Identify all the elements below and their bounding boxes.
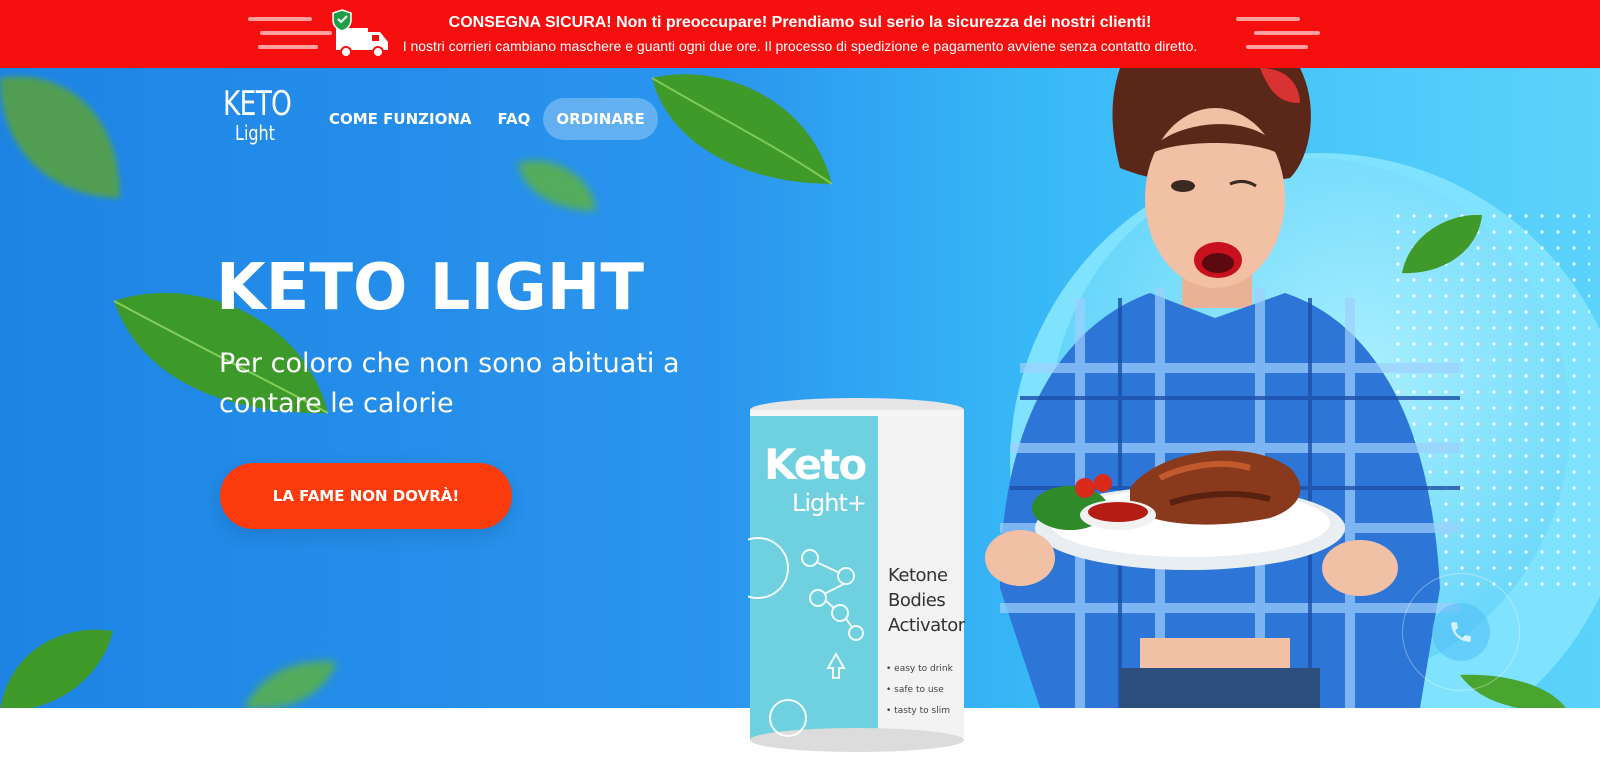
leaf-decoration-icon	[651, 74, 833, 185]
banner-headline: CONSEGNA SICURA! Non ti preoccupare! Pre…	[448, 14, 1152, 31]
can-brand-name: Keto	[764, 440, 867, 489]
leaf-decoration-icon	[0, 629, 113, 708]
can-feature-item: safe to use	[886, 683, 953, 704]
leaf-decoration-icon	[0, 76, 120, 198]
logo-line1: KETO	[223, 84, 292, 124]
woman-holding-plate-image	[985, 68, 1460, 708]
can-descriptor-line: Activator	[888, 615, 965, 636]
can-feature-item: tasty to slim	[886, 704, 953, 725]
main-navigation: COME FUNZIONA FAQ ORDINARE	[316, 98, 658, 140]
leaf-decoration-icon	[518, 160, 596, 211]
hero-title: KETO LIGHT	[216, 251, 644, 325]
cta-order-button[interactable]: LA FAME NON DOVRÀ!	[220, 463, 512, 529]
can-feature-list: easy to drink safe to use tasty to slim	[886, 662, 953, 725]
can-feature-item: easy to drink	[886, 662, 953, 683]
speed-lines-right-decoration	[1236, 14, 1326, 54]
hero-subtitle: Per coloro che non sono abituati a conta…	[219, 348, 680, 419]
nav-ordinare[interactable]: ORDINARE	[543, 98, 658, 140]
phone-icon	[1451, 622, 1471, 642]
can-brand-sub: Light+	[792, 489, 867, 517]
can-descriptor: Ketone Bodies Activator	[888, 563, 965, 638]
nav-come-funziona[interactable]: COME FUNZIONA	[316, 98, 485, 140]
can-descriptor-line: Bodies	[888, 590, 946, 611]
banner-subline: I nostri corrieri cambiano maschere e gu…	[402, 38, 1198, 54]
can-descriptor-line: Ketone	[888, 565, 948, 586]
keto-light-logo[interactable]: KETO Light	[222, 86, 292, 144]
nav-faq[interactable]: FAQ	[485, 98, 544, 140]
logo-line2: Light	[235, 121, 275, 145]
leaf-decoration-icon	[244, 661, 337, 708]
safe-delivery-banner: CONSEGNA SICURA! Non ti preoccupare! Pre…	[0, 0, 1600, 68]
phone-call-button[interactable]	[1432, 603, 1490, 661]
